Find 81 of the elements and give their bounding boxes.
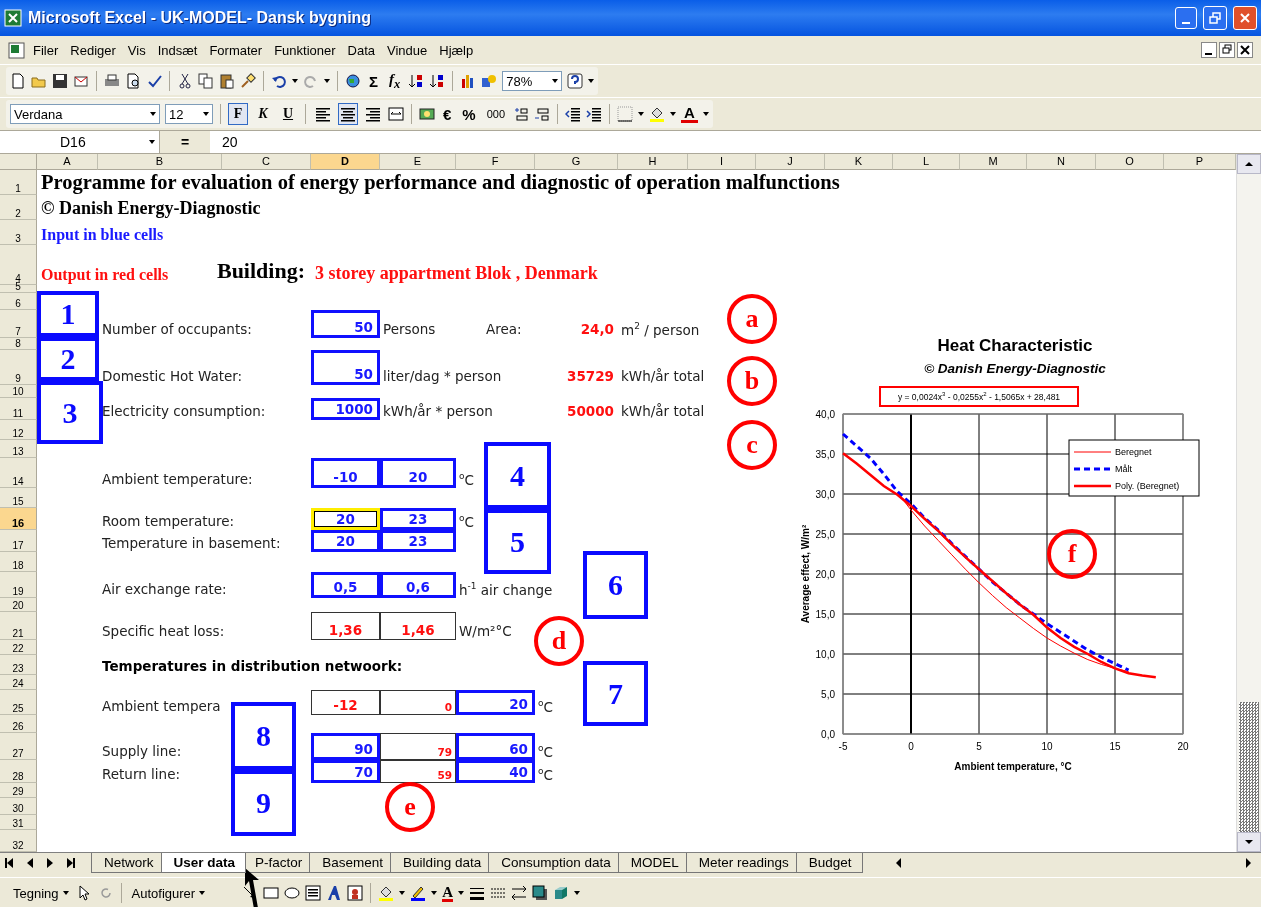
unit-label: kWh/år * person <box>382 403 493 420</box>
axis-tick-label: 40,0 <box>815 409 835 420</box>
legend-label: Poly. (Beregnet) <box>1115 481 1180 491</box>
axis-tick-label: 10,0 <box>815 649 835 660</box>
unit-label: kWh/år total <box>620 368 705 385</box>
row-label: Ambient temperature: <box>101 471 253 488</box>
section-heading: Temperatures in distribution netwoork: <box>101 658 403 675</box>
chart-title: Heat Characteristic <box>936 336 1094 356</box>
axis-tick-label: -5 <box>838 741 848 752</box>
formula-equals: = <box>160 131 210 153</box>
sheet-title: Programme for evaluation of energy performance and diagnostic of operation malfunctions <box>40 171 840 195</box>
legend-note: Input in blue cells <box>40 226 164 245</box>
axis-tick-label: 20 <box>1177 741 1189 752</box>
axis-tick-label: 5,0 <box>821 689 835 700</box>
unit-label: $^{o}$C <box>537 697 553 715</box>
copyright-text: © Danish Energy-Diagnostic <box>40 198 261 220</box>
unit-label: $^{o}$C <box>537 742 553 760</box>
window-title: Microsoft Excel - UK-MODEL- Dansk bygning <box>28 9 373 27</box>
callout-box: 3 <box>37 381 103 444</box>
axis-tick-label: 15 <box>1109 741 1121 752</box>
output-cell: 59 <box>380 760 456 783</box>
trendline-equation: y = 0,0024x$^{3}$ - 0,0255x$^{2}$ - 1,5065x + 28,481 <box>879 386 1079 407</box>
unit-label: $^{o}$C <box>458 470 474 488</box>
row-label: Domestic Hot Water: <box>101 368 243 385</box>
x-axis-title: Ambient temperature, °C <box>954 761 1072 772</box>
axis-tick-label: 20,0 <box>815 569 835 580</box>
callout-box: 8 <box>231 702 296 770</box>
row-label: Specific heat loss: <box>101 623 225 640</box>
unit-label: h$^{-1}$ air change <box>458 580 553 598</box>
legend-label: Målt <box>1115 464 1133 474</box>
output-cell: -12 <box>311 690 380 715</box>
axis-tick-label: 0,0 <box>821 729 835 740</box>
axis-tick-label: 35,0 <box>815 449 835 460</box>
output-cell: 1,46 <box>380 612 456 640</box>
callout-circle: c <box>727 420 777 470</box>
unit-label: $^{o}$C <box>537 765 553 783</box>
unit-label: liter/dag * person <box>382 368 502 385</box>
output-value: 35729 <box>567 368 615 385</box>
row-label: Air exchange rate: <box>101 581 227 598</box>
building-name: 3 storey appartment Blok , Denmark <box>314 263 598 285</box>
callout-circle: d <box>534 616 584 666</box>
output-value: 50000 <box>567 403 615 420</box>
row-label: Ambient tempera <box>101 698 221 715</box>
callout-box: 2 <box>37 337 99 381</box>
callout-box: 1 <box>37 291 99 337</box>
legend-label: Beregnet <box>1115 447 1153 457</box>
output-cell: 79 <box>380 733 456 760</box>
output-value: 24,0 <box>580 321 615 338</box>
callout-circle: a <box>727 294 777 344</box>
callout-circle: f <box>1047 529 1097 579</box>
legend-note: Output in red cells <box>40 266 169 285</box>
row-label: Number of occupants: <box>101 321 252 338</box>
callout-circle: e <box>385 782 435 832</box>
unit-label: Persons <box>382 321 436 338</box>
unit-label: $^{o}$C <box>458 512 474 530</box>
unit-label: W/m²°C <box>458 623 512 640</box>
unit-label: kWh/år total <box>620 403 705 420</box>
y-axis-title: Average effect, W/m² <box>800 524 811 624</box>
axis-tick-label: 25,0 <box>815 529 835 540</box>
row-label: Electricity consumption: <box>101 403 266 420</box>
row-label: Room temperature: <box>101 513 235 530</box>
area-label: Area: <box>485 321 522 338</box>
callout-box: 6 <box>583 551 648 619</box>
axis-tick-label: 5 <box>976 741 982 752</box>
callout-box: 9 <box>231 770 296 836</box>
callout-box: 7 <box>583 661 648 726</box>
output-cell: 1,36 <box>311 612 380 640</box>
building-label: Building: <box>216 258 306 285</box>
axis-tick-label: 0 <box>908 741 914 752</box>
unit-label: m$^{2}$ / person <box>620 320 700 338</box>
callout-circle: b <box>727 356 777 406</box>
axis-tick-label: 30,0 <box>815 489 835 500</box>
chart-subtitle: © Danish Energy-Diagnostic <box>923 361 1107 376</box>
row-label: Supply line: <box>101 743 182 760</box>
output-cell: 0 <box>380 690 456 715</box>
callout-box: 5 <box>484 509 551 574</box>
axis-tick-label: 10 <box>1041 741 1053 752</box>
axis-tick-label: 15,0 <box>815 609 835 620</box>
row-label: Temperature in basement: <box>101 535 281 552</box>
row-label: Return line: <box>101 766 180 783</box>
callout-box: 4 <box>484 442 551 509</box>
